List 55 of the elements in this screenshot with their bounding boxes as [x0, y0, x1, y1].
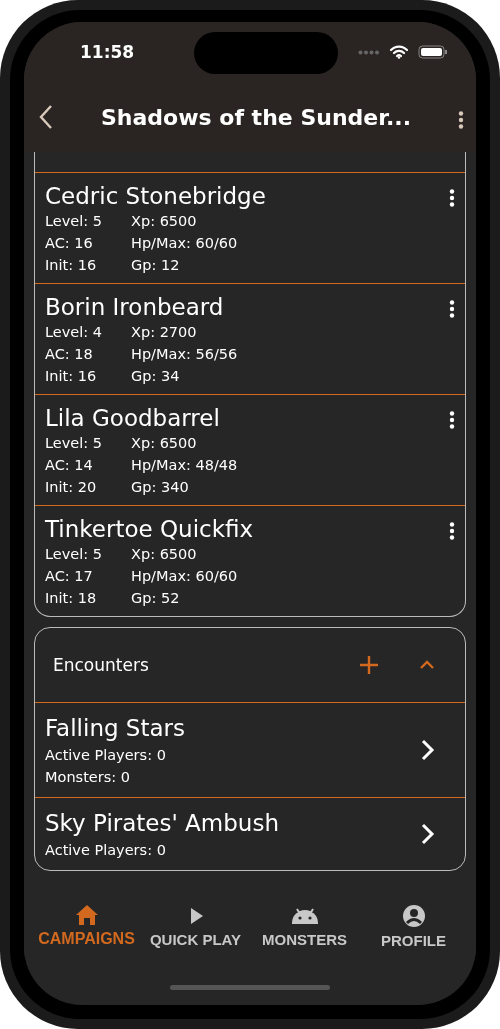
battery-icon [418, 45, 448, 59]
player-stat: Init: 16 [45, 257, 98, 273]
signal-icon [358, 49, 380, 55]
campaign-title: Shadows of the Sunder... [100, 104, 412, 130]
player-stat: Hp/Max: 56/56 [131, 346, 239, 362]
back-button[interactable] [38, 104, 54, 130]
chevron-right-icon[interactable] [421, 823, 435, 845]
section-title: Encounters [53, 655, 150, 675]
player-stat: Init: 18 [45, 590, 98, 606]
player-name: Borin Ironbeard [45, 294, 225, 320]
nav-tab[interactable]: CAMPAIGNS [32, 893, 141, 959]
player-stat: Gp: 34 [131, 368, 181, 384]
home-icon [74, 904, 99, 926]
player-stat: Level: 5 [45, 435, 103, 451]
player-stat: Xp: 6500 [131, 546, 198, 562]
more-icon[interactable] [458, 111, 464, 129]
player-stat: AC: 18 [45, 346, 94, 362]
profile-icon [401, 903, 426, 928]
add-button[interactable] [359, 655, 379, 675]
encounter-name: Falling Stars [45, 715, 187, 741]
nav-tab[interactable]: PROFILE [359, 893, 468, 959]
more-icon[interactable] [449, 522, 455, 540]
collapse-button[interactable] [419, 660, 435, 670]
player-stat: Level: 5 [45, 213, 103, 229]
player-stat: Init: 16 [45, 368, 98, 384]
more-icon[interactable] [449, 300, 455, 318]
more-icon[interactable] [449, 189, 455, 207]
player-stat: Gp: 340 [131, 479, 190, 495]
wifi-icon [390, 45, 408, 59]
player-stat: Gp: 12 [131, 257, 181, 273]
status-time: 11:58 [80, 42, 136, 62]
player-stat: Xp: 6500 [131, 213, 198, 229]
encounter-name: Sky Pirates' Ambush [45, 810, 280, 836]
player-stat: Hp/Max: 60/60 [131, 568, 239, 584]
player-stat: Level: 5 [45, 546, 103, 562]
more-icon[interactable] [449, 411, 455, 429]
player-stat: AC: 17 [45, 568, 94, 584]
player-stat: AC: 14 [45, 457, 94, 473]
player-stat: Level: 4 [45, 324, 103, 340]
player-stat: Hp/Max: 60/60 [131, 235, 239, 251]
player-stat: AC: 16 [45, 235, 94, 251]
encounter-detail: Monsters: 0 [45, 769, 131, 785]
player-name: Tinkertoe Quickfix [45, 516, 255, 542]
player-stat: Xp: 2700 [131, 324, 198, 340]
player-stat: Gp: 52 [131, 590, 181, 606]
player-stat: Hp/Max: 48/48 [131, 457, 239, 473]
encounter-detail: Active Players: 0 [45, 747, 167, 763]
player-stat: Init: 20 [45, 479, 98, 495]
player-name: Lila Goodbarrel [45, 405, 221, 431]
nav-tab[interactable]: MONSTERS [250, 893, 359, 959]
player-stat: Xp: 6500 [131, 435, 198, 451]
chevron-right-icon[interactable] [421, 739, 435, 761]
nav-tab[interactable]: QUICK PLAY [141, 893, 250, 959]
encounter-detail: Active Players: 0 [45, 842, 167, 858]
player-name: Cedric Stonebridge [45, 183, 267, 209]
